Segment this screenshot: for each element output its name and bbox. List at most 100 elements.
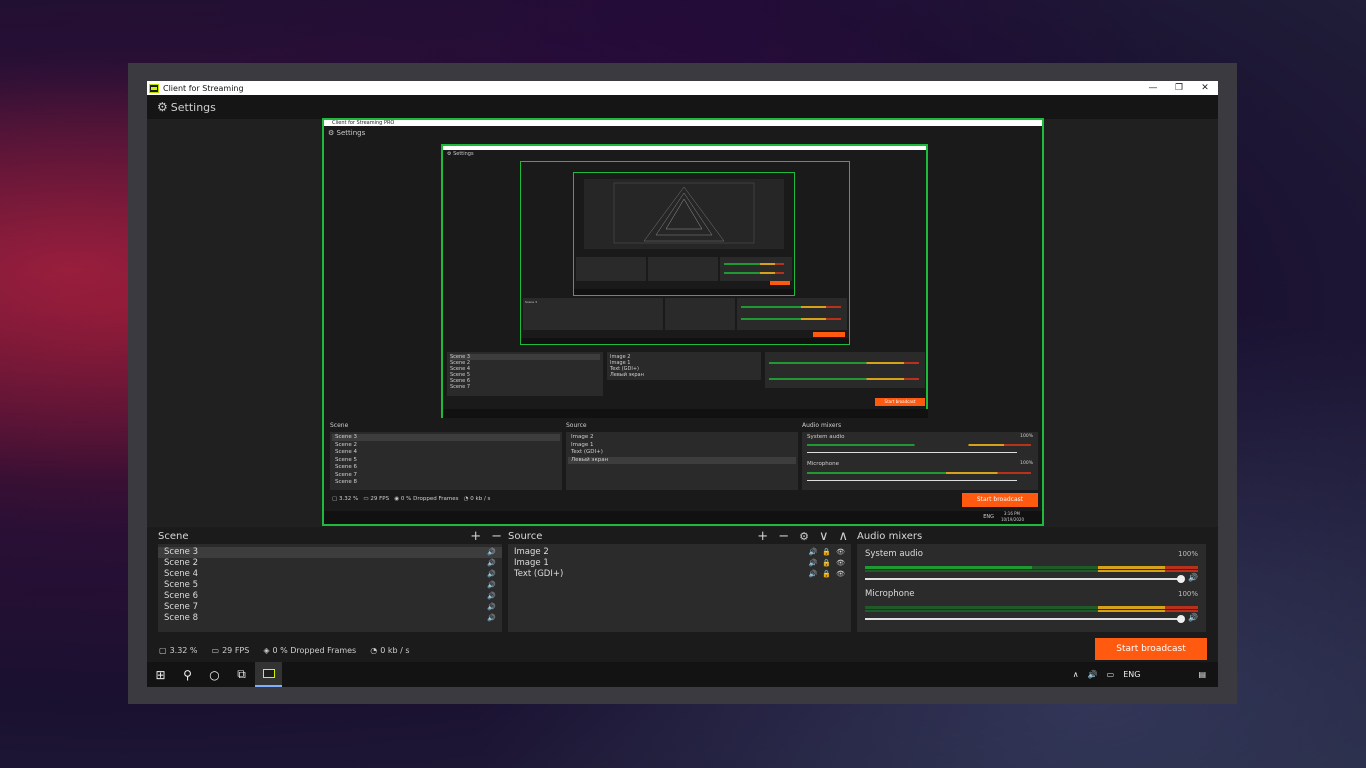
scene-item[interactable]: Scene 8 🔊 [158, 613, 502, 624]
move-down-icon[interactable]: ∨ [819, 529, 829, 544]
speaker-icon[interactable]: 🔊 [487, 591, 496, 602]
nested-status-bar: ▢ 3.32 % ▭ 29 FPS ◉ 0 % Dropped Frames ◔… [332, 496, 491, 502]
add-scene-button[interactable]: + [470, 529, 481, 544]
task-view-icon[interactable]: ⧉ [228, 662, 255, 687]
scene-item[interactable]: Scene 2 🔊 [158, 558, 502, 569]
notification-icon[interactable]: ▤ [1198, 670, 1206, 679]
nested-meter-system [807, 444, 1031, 446]
eye-icon[interactable]: 👁 [836, 547, 845, 558]
speaker-icon[interactable]: 🔊 [1188, 613, 1198, 622]
nested-scene-panel-2: Scene 3 Scene 2 Scene 4 Scene 5 Scene 6 … [447, 352, 603, 396]
system-audio-meter [865, 566, 1198, 569]
scene-item[interactable]: Scene 6 🔊 [158, 591, 502, 602]
window-titlebar[interactable]: Client for Streaming — ❐ ✕ [147, 81, 1218, 95]
remove-source-button[interactable]: − [778, 529, 789, 544]
fps-readout: ▭ 29 FPS [211, 645, 250, 655]
language-indicator[interactable]: ENG [1123, 670, 1140, 679]
nested-scene-row: Scene 6 [335, 464, 358, 470]
close-button[interactable]: ✕ [1192, 81, 1218, 95]
speaker-icon[interactable]: 🔊 [809, 569, 818, 580]
clock-icon: ◔ [370, 645, 378, 655]
speaker-icon[interactable]: 🔊 [487, 602, 496, 613]
nested-scene-row-2: Scene 3 [450, 354, 600, 360]
search-icon[interactable]: ⚲ [174, 662, 201, 687]
nested-slider-system [807, 452, 1017, 453]
nested-settings-label: ⚙ Settings [328, 129, 366, 137]
scene-item[interactable]: Scene 7 🔊 [158, 602, 502, 613]
speaker-icon[interactable]: 🔊 [809, 558, 818, 569]
nested-meter-2-1 [769, 362, 919, 364]
eye-icon[interactable]: 👁 [836, 558, 845, 569]
start-broadcast-button[interactable]: Start broadcast [1095, 638, 1207, 660]
lock-icon[interactable]: 🔒 [822, 569, 831, 580]
nested-mixer-label: Microphone [807, 461, 840, 467]
scene-item[interactable]: Scene 5 🔊 [158, 580, 502, 591]
nested-mixer-panel-3 [737, 298, 847, 330]
nested-taskbar-deep [574, 289, 794, 295]
speaker-icon[interactable]: 🔊 [487, 580, 496, 591]
maximize-button[interactable]: ❐ [1166, 81, 1192, 95]
speaker-icon[interactable]: 🔊 [487, 558, 496, 569]
remove-scene-button[interactable]: − [491, 529, 502, 544]
layers-icon: ◈ [263, 645, 270, 655]
nested-scene-panel-3: Scene 3 [523, 298, 663, 330]
speaker-icon[interactable]: 🔊 [809, 547, 818, 558]
chevron-up-icon[interactable]: ∧ [1073, 670, 1079, 679]
nested-source-row: Image 2 [571, 434, 594, 440]
scene-panel: Scene 3 🔊 Scene 2 🔊 Scene 4 🔊 Scene 5 🔊 Scen… [158, 544, 502, 632]
volume-icon[interactable]: 🔊 [1088, 670, 1098, 679]
speaker-icon[interactable]: 🔊 [487, 569, 496, 580]
speaker-icon[interactable]: 🔊 [487, 547, 496, 558]
nested-mixer-label: System audio [807, 434, 845, 440]
streaming-app-taskbar-icon[interactable] [255, 662, 282, 687]
network-icon[interactable]: ▭ [1107, 670, 1115, 679]
nested-scene-row-2: Scene 7 [450, 384, 471, 390]
scene-item[interactable]: Scene 3 🔊 [158, 547, 502, 558]
source-item[interactable]: Text (GDI+) 🔊 🔒 👁 [508, 569, 851, 580]
nested-settings-label-2: ⚙ Settings [447, 151, 474, 157]
nested-mixer-header: Audio mixers [802, 422, 842, 429]
nested-taskbar-2 [443, 409, 928, 418]
eye-icon[interactable]: 👁 [836, 569, 845, 580]
speaker-icon[interactable]: 🔊 [487, 613, 496, 624]
system-audio-slider[interactable] [865, 578, 1181, 580]
add-source-button[interactable]: + [757, 529, 768, 544]
dropped-frames: ◈ 0 % Dropped Frames [263, 645, 357, 655]
nested-scene-row: Scene 5 [335, 457, 358, 463]
preview-area[interactable]: Client for Streaming PRO ⚙ Settings ⚙ Se… [147, 118, 1218, 527]
move-up-icon[interactable]: ∧ [838, 529, 848, 544]
source-item[interactable]: Image 1 🔊 🔒 👁 [508, 558, 851, 569]
cortana-icon[interactable]: ○ [201, 662, 228, 687]
scene-item[interactable]: Scene 4 🔊 [158, 569, 502, 580]
lock-icon[interactable]: 🔒 [822, 547, 831, 558]
nested-window-title-2 [443, 146, 926, 150]
nested-source-panel: Image 2 Image 1 Text (GDI+) Левый экран [566, 432, 798, 490]
gear-icon[interactable]: ⚙ [157, 100, 168, 114]
nested-meter-deep-1 [724, 263, 784, 265]
microphone-pct: 100% [1177, 590, 1198, 598]
source-settings-icon[interactable]: ⚙ [799, 530, 809, 543]
microphone-slider-knob[interactable] [1177, 615, 1185, 623]
settings-label[interactable]: Settings [171, 101, 216, 114]
taskbar: ⊞ ⚲ ○ ⧉ ∧ 🔊 ▭ ENG ▤ [147, 662, 1218, 687]
system-audio-meter-2 [865, 570, 1198, 572]
microphone-slider[interactable] [865, 618, 1181, 620]
nested-source-header: Source [566, 422, 587, 429]
nested-scene-row: Scene 7 [335, 472, 358, 478]
nested-meter-3-2 [741, 318, 841, 320]
system-audio-slider-knob[interactable] [1177, 575, 1185, 583]
nested-clock-date: 10/19/2020 [1000, 517, 1024, 522]
nested-source-row: Text (GDI+) [571, 449, 603, 455]
speaker-icon[interactable]: 🔊 [1188, 573, 1198, 582]
nested-scene-row: Scene 3 [332, 434, 560, 441]
lock-icon[interactable]: 🔒 [822, 558, 831, 569]
windows-start-icon[interactable]: ⊞ [147, 662, 174, 687]
nested-mixer-panel-deep [720, 257, 792, 281]
microphone-label: Microphone [865, 589, 915, 599]
minimize-button[interactable]: — [1140, 81, 1166, 95]
cpu-usage: ▢ 3.32 % [159, 645, 198, 655]
nested-scene-row: Scene 8 [335, 479, 358, 485]
source-panel: Image 2 🔊 🔒 👁 Image 1 🔊 🔒 👁 Text (GDI+) 🔊 🔒 👁 [508, 544, 851, 632]
window-controls: — ❐ ✕ [1140, 81, 1218, 95]
source-item[interactable]: Image 2 🔊 🔒 👁 [508, 547, 851, 558]
